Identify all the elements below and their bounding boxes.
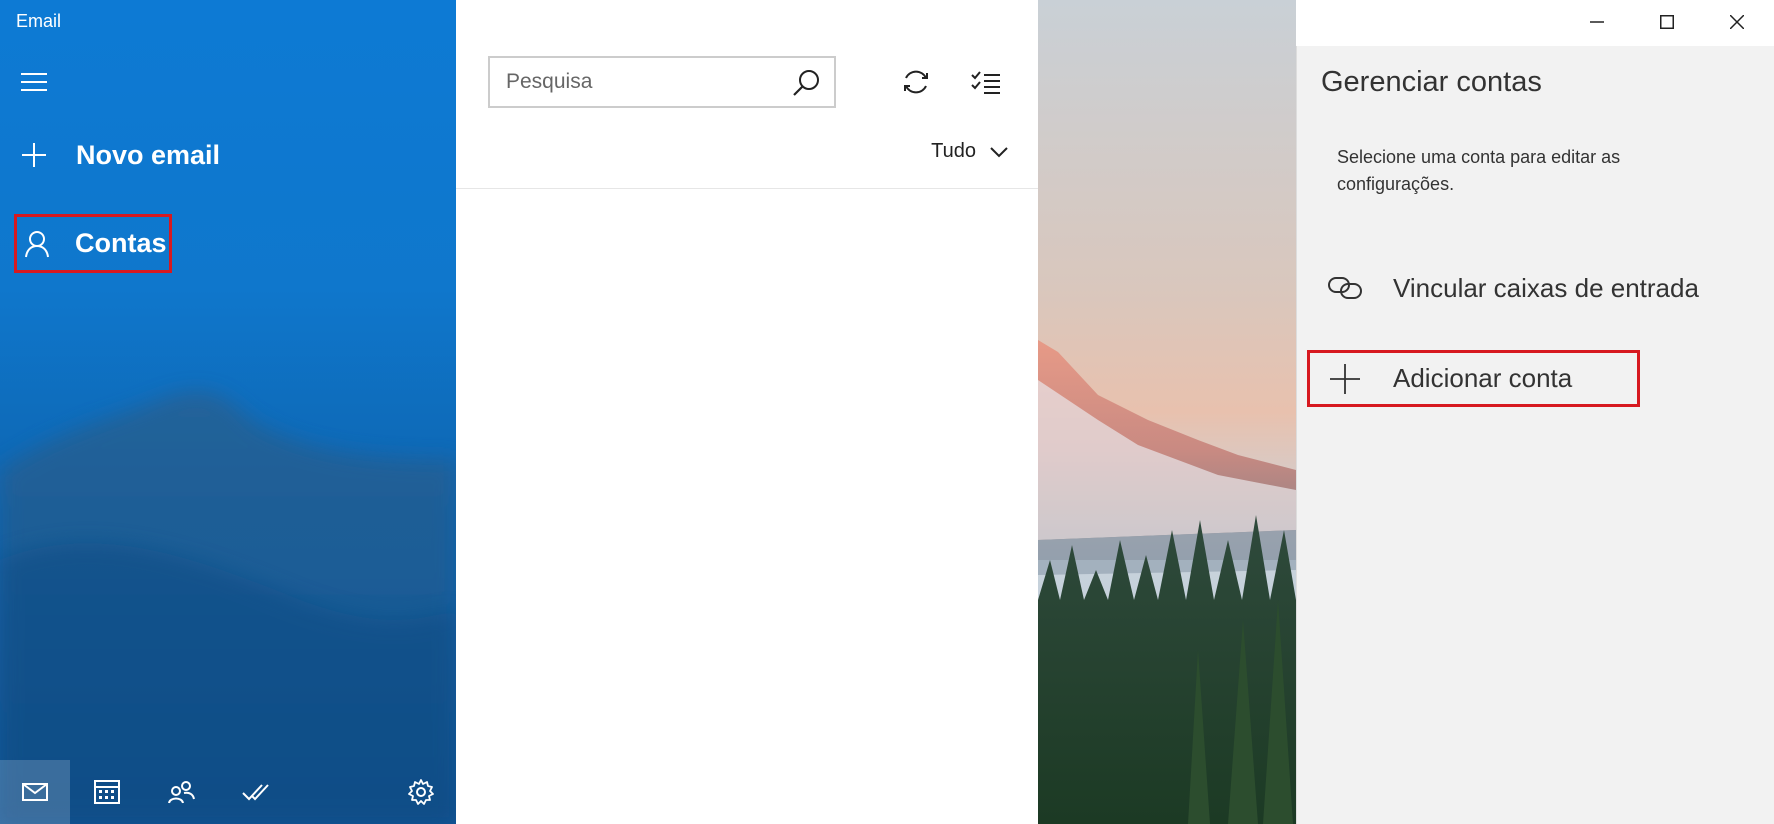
sync-button[interactable] [896,62,936,102]
search-input[interactable] [506,62,796,102]
navigation-pane: Email Novo email Contas [0,0,456,824]
person-icon [17,224,57,264]
mail-app-button[interactable] [0,760,70,824]
manage-accounts-flyout: Gerenciar contas Selecione uma conta par… [1296,46,1774,824]
minimize-button[interactable] [1574,4,1620,40]
background-mountain-image [0,391,456,824]
link-inboxes-button[interactable]: Vincular caixas de entrada [1319,268,1699,308]
maximize-icon [1660,15,1674,29]
hamburger-icon [21,73,47,75]
hamburger-menu-button[interactable] [14,64,54,100]
add-account-label: Adicionar conta [1393,363,1573,393]
double-check-icon [242,784,269,801]
flyout-description: Selecione uma conta para editar as confi… [1337,147,1621,194]
hamburger-icon-line [21,89,47,91]
settings-button[interactable] [386,760,456,824]
selection-mode-button[interactable] [966,62,1006,102]
mail-icon [22,783,48,801]
link-inboxes-label: Vincular caixas de entrada [1393,272,1699,303]
people-icon [168,781,195,804]
maximize-button[interactable] [1644,4,1690,40]
gear-icon [408,779,434,805]
new-email-label: Novo email [76,139,221,170]
sync-icon [904,70,928,94]
calendar-app-button[interactable] [72,760,142,824]
landscape-photo [1038,0,1296,824]
select-mode-icon [971,71,1000,94]
accounts-label: Contas [75,228,167,258]
add-account-button[interactable]: Adicionar conta [1307,350,1640,407]
accounts-button[interactable]: Contas [14,214,172,273]
background-landscape-image [1038,0,1296,824]
link-icon [1319,268,1371,308]
minimize-icon [1590,21,1604,23]
app-title: Email [16,11,62,31]
close-button[interactable] [1714,4,1760,40]
bottom-app-bar [0,760,456,824]
search-box [488,56,836,108]
search-icon [793,70,819,96]
list-divider [456,188,1038,189]
plus-icon [14,135,54,175]
hamburger-icon-line [21,81,47,83]
people-app-button[interactable] [146,760,216,824]
todo-app-button[interactable] [220,760,290,824]
chevron-down-icon [990,146,1008,157]
new-email-button[interactable]: Novo email [14,125,220,185]
calendar-icon [94,780,120,804]
flyout-title: Gerenciar contas [1321,66,1542,98]
search-button[interactable] [792,68,822,98]
plus-icon [1319,359,1371,399]
filter-dropdown[interactable]: Tudo [931,140,1008,163]
message-list-pane: Tudo [456,0,1038,824]
filter-label: Tudo [931,140,976,162]
close-icon [1730,15,1744,29]
